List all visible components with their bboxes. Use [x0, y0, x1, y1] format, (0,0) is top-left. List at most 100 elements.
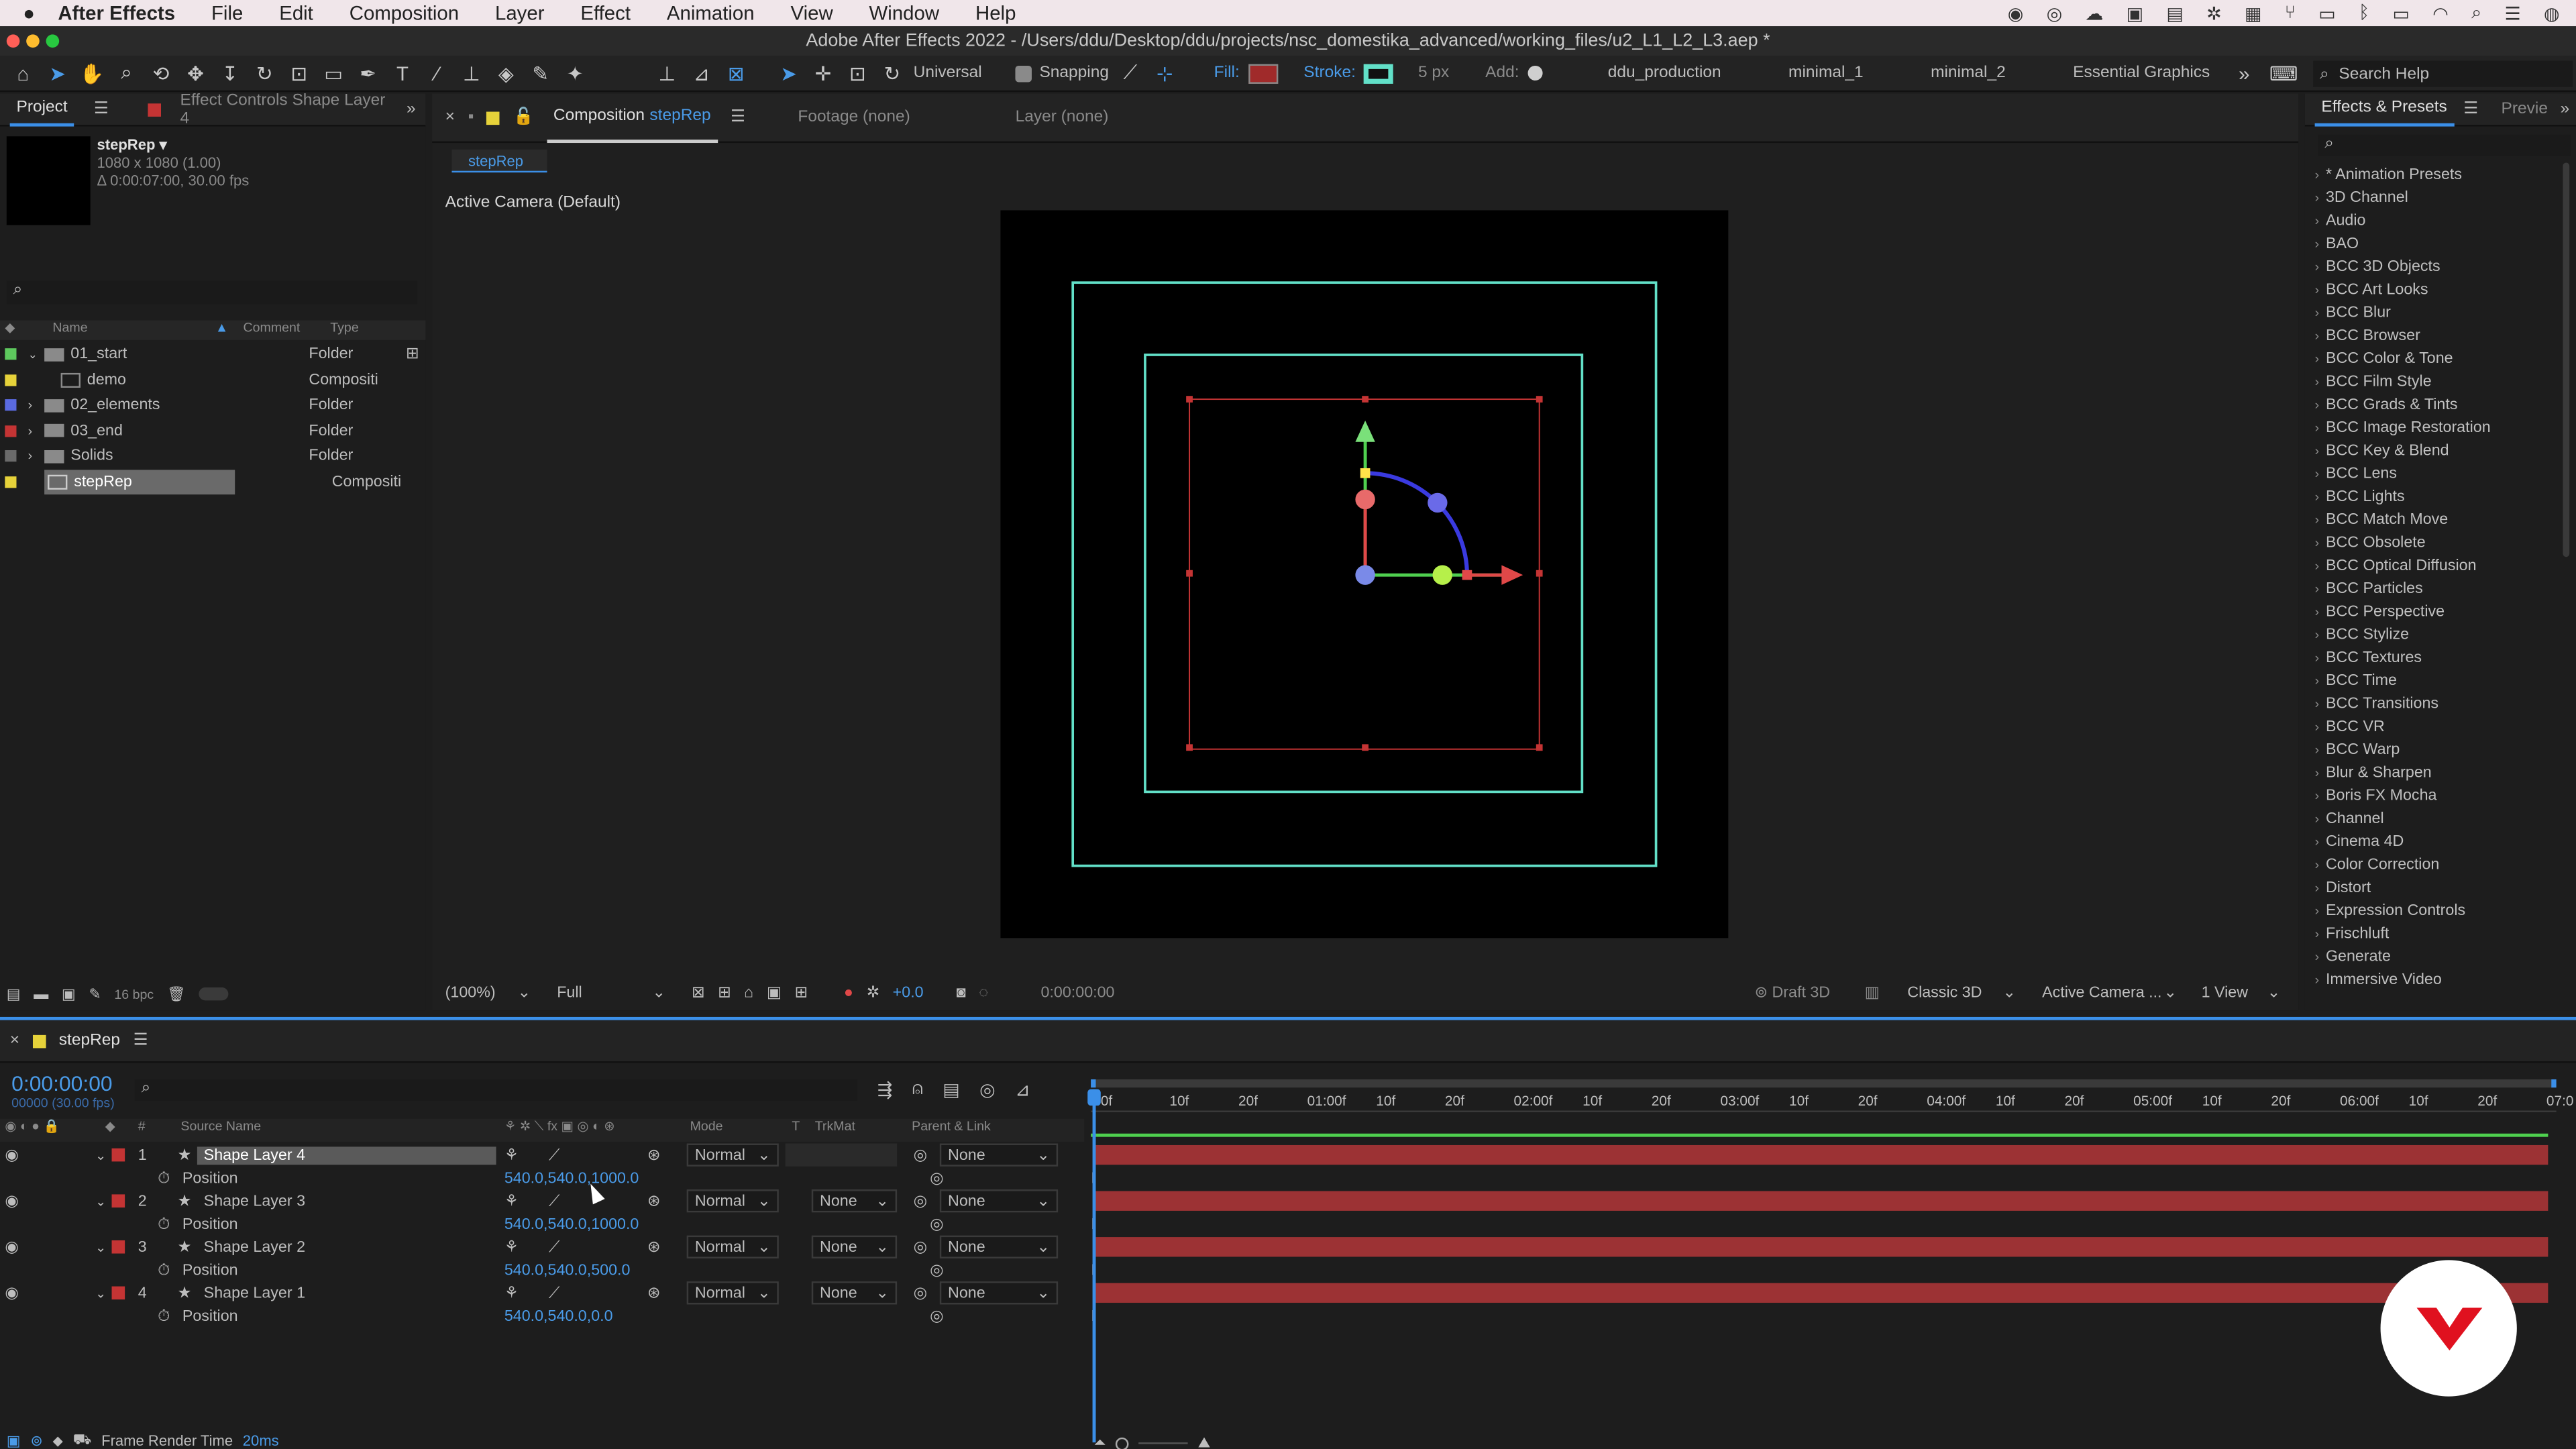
timeline-layer[interactable]: ◉ ⌄ 2 ★ Shape Layer 3 ⚘ ⟋ ⊛ Normal ⌄ None ⌄ ◎ None ⌄ ⏱ P…: [0, 1189, 2576, 1236]
current-time[interactable]: 0:00:00:00: [11, 1071, 115, 1096]
pan-tool-icon[interactable]: ✥: [182, 60, 209, 86]
comp-flowchart-icon[interactable]: ⇶: [877, 1079, 893, 1100]
close-tab-icon[interactable]: ×: [10, 1032, 19, 1050]
new-comp-icon[interactable]: ▣: [62, 985, 76, 1003]
render-time-icon[interactable]: ⛟: [73, 1431, 92, 1449]
effect-category[interactable]: › Blur & Sharpen: [2305, 761, 2565, 784]
effect-category[interactable]: › * Animation Presets: [2305, 162, 2565, 185]
search-help-field[interactable]: ⌕ Search Help: [2313, 60, 2573, 87]
app-icon[interactable]: ▣: [2127, 3, 2143, 23]
mask-visibility-icon[interactable]: ⌂: [744, 983, 753, 1002]
quality-switch-icon[interactable]: ⟋: [549, 1146, 559, 1164]
expression-pickwhip-icon[interactable]: ◎: [930, 1215, 943, 1233]
effect-category[interactable]: › BCC Lights: [2305, 484, 2565, 507]
layer-search[interactable]: ⌕: [134, 1079, 858, 1101]
flowchart-icon[interactable]: ⊞: [406, 345, 419, 364]
rotate-tool-icon[interactable]: ↻: [252, 60, 278, 86]
bluetooth-icon[interactable]: ᛒ: [2359, 3, 2369, 23]
stroke-width[interactable]: 5 px: [1418, 64, 1449, 83]
minimize-window-button[interactable]: [26, 34, 40, 48]
label-column-icon[interactable]: ◆: [105, 1119, 115, 1134]
universal-scale-icon[interactable]: ⊡: [845, 60, 871, 86]
comp-canvas[interactable]: [1000, 210, 1729, 938]
column-trkmat[interactable]: TrkMat: [815, 1119, 855, 1134]
universal-rotate-icon[interactable]: ↻: [879, 60, 905, 86]
snap-options-icon[interactable]: ⟋: [1117, 60, 1143, 86]
parent-dropdown[interactable]: None ⌄: [939, 1189, 1059, 1213]
layer-label-color[interactable]: [111, 1194, 125, 1208]
zoom-out-icon[interactable]: ⏶: [1094, 1434, 1106, 1449]
workspace-essential-graphics[interactable]: Essential Graphics: [2073, 64, 2210, 83]
lock-view-icon[interactable]: 🔓: [513, 109, 533, 127]
playhead-handle[interactable]: [1087, 1089, 1101, 1106]
pickwhip-icon[interactable]: ◎: [914, 1192, 927, 1210]
draft-3d-toggle[interactable]: ⊚ Draft 3D: [1755, 983, 1831, 1002]
transparency-grid-icon[interactable]: ⊞: [718, 983, 731, 1002]
label-color[interactable]: [5, 374, 17, 386]
exposure-value[interactable]: +0.0: [893, 983, 924, 1002]
chevron-right-icon[interactable]: ›: [28, 449, 44, 464]
zoom-slider-knob[interactable]: [1116, 1436, 1129, 1449]
work-area-bar[interactable]: [1091, 1079, 2557, 1088]
effect-category[interactable]: › BCC Blur: [2305, 301, 2565, 323]
project-item-01-start[interactable]: ⌄ 01_start Folder ⊞: [0, 341, 425, 367]
keyboard-icon[interactable]: ⌨: [2269, 60, 2298, 86]
visibility-eye-icon[interactable]: ◉: [5, 1284, 18, 1302]
universal-label[interactable]: Universal: [914, 64, 982, 83]
effect-category[interactable]: › BCC Lens: [2305, 462, 2565, 484]
visibility-eye-icon[interactable]: ◉: [5, 1238, 18, 1256]
effect-category[interactable]: › BCC VR: [2305, 714, 2565, 737]
workspace-ddu-production[interactable]: ddu_production: [1608, 64, 1721, 83]
effect-category[interactable]: › BCC Time: [2305, 669, 2565, 692]
3d-layer-switch-icon[interactable]: ⊛: [647, 1284, 661, 1302]
effect-category[interactable]: › 3D Channel: [2305, 186, 2565, 209]
stopwatch-icon[interactable]: ⏱: [158, 1215, 170, 1233]
column-type[interactable]: Type: [330, 321, 358, 335]
parent-dropdown[interactable]: None ⌄: [939, 1235, 1059, 1258]
effect-category[interactable]: › BCC Color & Tone: [2305, 347, 2565, 370]
layer-name[interactable]: Shape Layer 4: [197, 1146, 496, 1165]
fast-previews-icon[interactable]: ⊠: [692, 983, 705, 1002]
mode-dropdown[interactable]: Normal ⌄: [686, 1189, 779, 1213]
tab-preview[interactable]: Previe: [2502, 100, 2548, 118]
position-value[interactable]: 540.0,540.0,500.0: [504, 1261, 631, 1279]
control-center-icon[interactable]: ☰: [2505, 3, 2521, 23]
universal-move-icon[interactable]: ✛: [810, 60, 836, 86]
label-color[interactable]: [5, 425, 17, 437]
tab-timeline-steprep[interactable]: stepRep: [59, 1032, 120, 1050]
playhead[interactable]: [1092, 1089, 1096, 1443]
column-comment[interactable]: Comment: [243, 321, 300, 335]
panel-expand-icon[interactable]: »: [407, 100, 416, 118]
trkmat-dropdown[interactable]: None ⌄: [811, 1189, 898, 1213]
effect-category[interactable]: › BCC Obsolete: [2305, 531, 2565, 553]
menu-window[interactable]: Window: [869, 1, 940, 24]
layer-duration-bar[interactable]: [1095, 1191, 2548, 1211]
universal-select-icon[interactable]: ➤: [775, 60, 802, 86]
collapse-switch-icon[interactable]: ⚘: [504, 1238, 519, 1256]
effect-category[interactable]: › BCC Stylize: [2305, 623, 2565, 645]
chevron-down-icon[interactable]: ⌄: [28, 348, 44, 361]
position-value[interactable]: 540.0,540.0,1000.0: [504, 1169, 639, 1187]
position-value[interactable]: 540.0,540.0,0.0: [504, 1307, 613, 1325]
effect-category[interactable]: › Cinema 4D: [2305, 830, 2565, 853]
effect-category[interactable]: › BAO: [2305, 231, 2565, 254]
app-menu[interactable]: After Effects: [58, 1, 175, 24]
effect-category[interactable]: › Distort: [2305, 875, 2565, 898]
effect-category[interactable]: › BCC Art Looks: [2305, 278, 2565, 301]
timeline-layer[interactable]: ◉ ⌄ 3 ★ Shape Layer 2 ⚘ ⟋ ⊛ Normal ⌄ None ⌄ ◎ None ⌄ ⏱ P…: [0, 1235, 2576, 1282]
effect-category[interactable]: › BCC Grads & Tints: [2305, 392, 2565, 415]
project-item-demo[interactable]: demo Compositi: [0, 367, 425, 392]
battery-icon[interactable]: ▭: [2393, 3, 2410, 23]
home-icon[interactable]: ⌂: [10, 60, 36, 86]
view-axis-icon[interactable]: ⊠: [723, 60, 749, 86]
expression-pickwhip-icon[interactable]: ◎: [930, 1261, 943, 1279]
collapse-switch-icon[interactable]: ⚘: [504, 1284, 519, 1302]
effect-category[interactable]: › BCC Browser: [2305, 323, 2565, 346]
column-mode[interactable]: Mode: [690, 1119, 723, 1134]
message-icon[interactable]: ▤: [2166, 3, 2183, 23]
mode-dropdown[interactable]: Normal ⌄: [686, 1143, 779, 1167]
parent-dropdown[interactable]: None ⌄: [939, 1143, 1059, 1167]
effect-category[interactable]: › BCC Perspective: [2305, 600, 2565, 623]
close-tab-icon[interactable]: ×: [445, 109, 455, 127]
wifi-icon[interactable]: ◠: [2432, 3, 2449, 23]
